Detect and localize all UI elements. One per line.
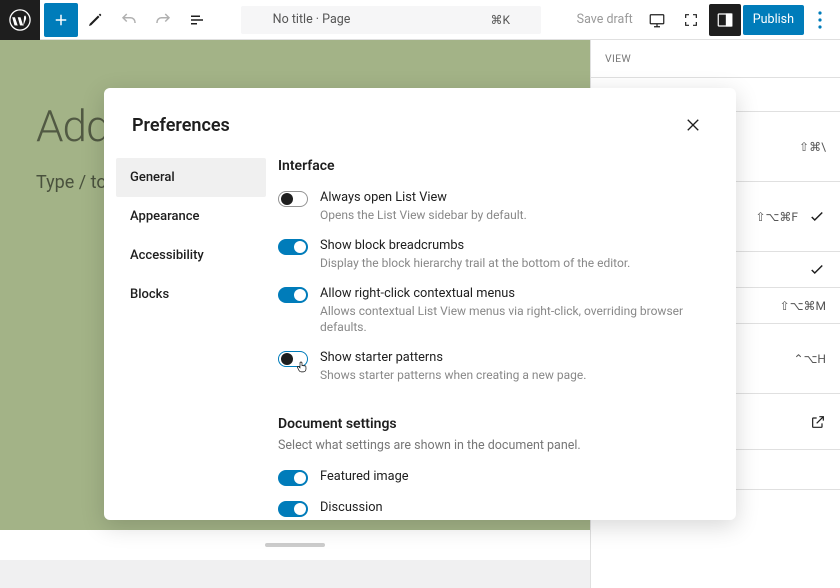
row-shortcut: ⌃⌥H [794, 352, 826, 366]
check-icon [808, 208, 826, 226]
publish-button[interactable]: Publish [743, 5, 804, 35]
options-menu-icon[interactable] [806, 4, 834, 36]
tab-appearance[interactable]: Appearance [116, 197, 266, 236]
save-draft-button[interactable]: Save draft [569, 12, 641, 27]
toggle-contextual-menus[interactable] [278, 287, 308, 303]
redo-icon[interactable] [146, 0, 180, 40]
toggle-featured-image[interactable] [278, 470, 308, 486]
option-label: Always open List View [320, 190, 527, 205]
toggle-discussion[interactable] [278, 501, 308, 517]
modal-title: Preferences [132, 115, 230, 136]
modal-header: Preferences [104, 88, 736, 154]
option-label: Show starter patterns [320, 350, 586, 365]
sidebar-toggle-icon[interactable] [709, 4, 741, 36]
preferences-content: Interface Always open List View Opens th… [266, 154, 736, 520]
check-icon [808, 261, 826, 279]
external-link-icon [810, 414, 826, 430]
row-shortcut: ⇧⌥⌘F [755, 210, 798, 224]
option-desc: Display the block hierarchy trail at the… [320, 255, 630, 272]
list-view-icon[interactable] [180, 0, 214, 40]
toggle-list-view[interactable] [278, 191, 308, 207]
close-button[interactable] [678, 110, 708, 140]
row-shortcut: ⇧⌘\ [799, 140, 826, 154]
wordpress-logo[interactable] [0, 0, 40, 40]
option-label: Featured image [320, 469, 409, 484]
tab-accessibility[interactable]: Accessibility [116, 236, 266, 275]
command-shortcut: ⌘K [490, 13, 510, 27]
option-label: Discussion [320, 500, 383, 515]
option-contextual-menus: Allow right-click contextual menus Allow… [278, 286, 712, 337]
option-featured-image: Featured image [278, 469, 712, 486]
fullscreen-icon[interactable] [675, 4, 707, 36]
option-list-view: Always open List View Opens the List Vie… [278, 190, 712, 224]
edit-icon[interactable] [78, 0, 112, 40]
tab-general[interactable]: General [116, 158, 266, 197]
undo-icon[interactable] [112, 0, 146, 40]
preview-desktop-icon[interactable] [641, 4, 673, 36]
section-document-heading: Document settings [278, 416, 712, 432]
add-block-button[interactable] [44, 3, 78, 37]
close-icon [684, 116, 702, 134]
option-desc: Shows starter patterns when creating a n… [320, 367, 586, 384]
panel-section-view: VIEW [591, 40, 840, 78]
toggle-breadcrumbs[interactable] [278, 239, 308, 255]
preferences-modal: Preferences General Appearance Accessibi… [104, 88, 736, 520]
preferences-tabs: General Appearance Accessibility Blocks [104, 154, 266, 520]
editor-toolbar: No title · Page ⌘K Save draft Publish [0, 0, 840, 40]
option-desc: Opens the List View sidebar by default. [320, 207, 527, 224]
canvas-footer [0, 530, 590, 560]
toggle-starter-patterns[interactable] [278, 351, 308, 367]
option-starter-patterns: Show starter patterns Shows starter patt… [278, 350, 712, 384]
row-shortcut: ⇧⌥⌘M [780, 299, 826, 313]
section-document-sub: Select what settings are shown in the do… [278, 438, 712, 453]
section-interface-heading: Interface [278, 158, 712, 174]
option-desc: Allows contextual List View menus via ri… [320, 303, 712, 337]
document-title-bar[interactable]: No title · Page ⌘K [241, 6, 541, 34]
option-label: Show block breadcrumbs [320, 238, 630, 253]
option-breadcrumbs: Show block breadcrumbs Display the block… [278, 238, 712, 272]
tab-blocks[interactable]: Blocks [116, 275, 266, 314]
option-label: Allow right-click contextual menus [320, 286, 712, 301]
document-title-text: No title · Page [273, 12, 351, 27]
option-discussion: Discussion [278, 500, 712, 517]
view-section-label: VIEW [605, 52, 826, 65]
